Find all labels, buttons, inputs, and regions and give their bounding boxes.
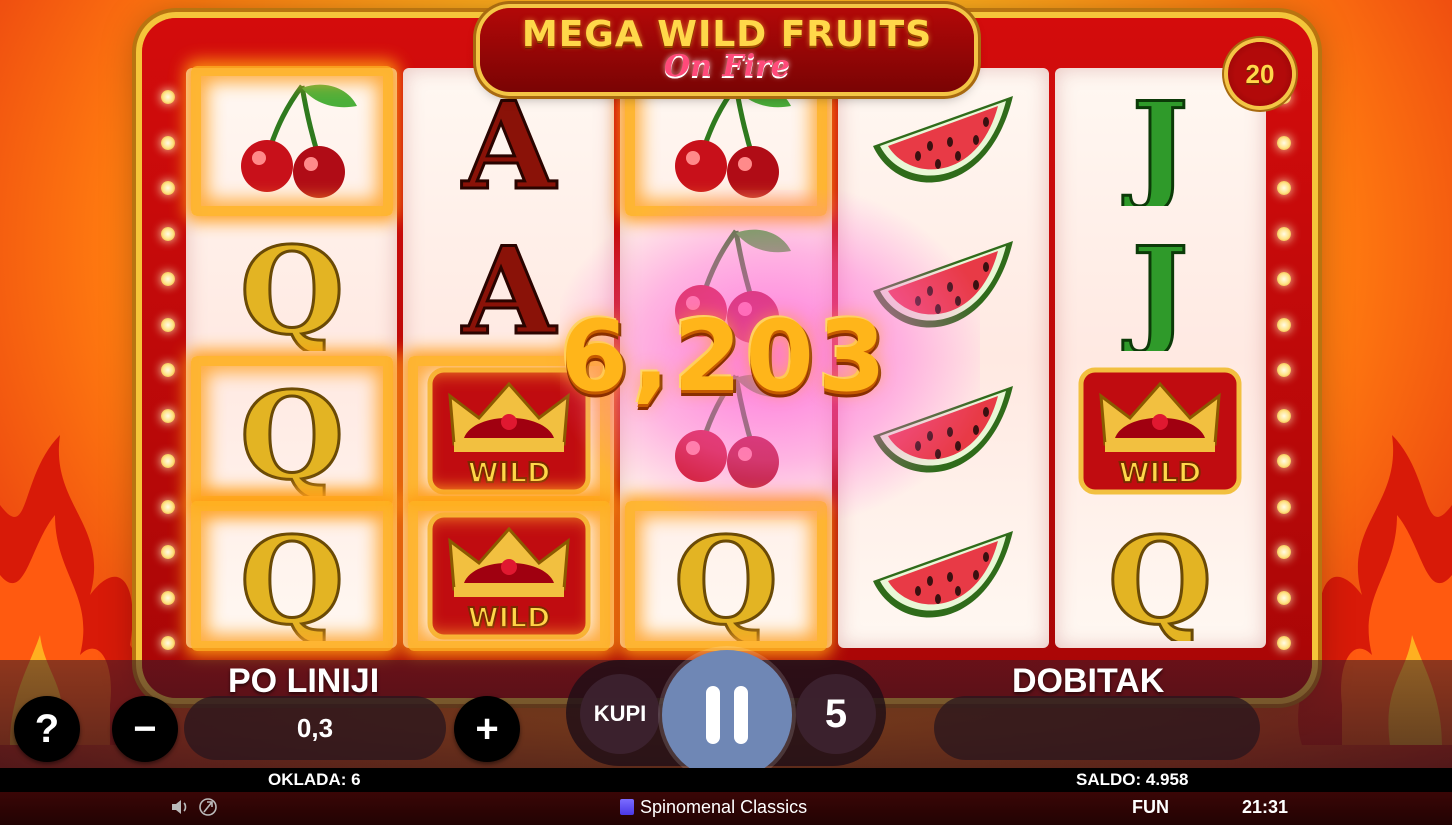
symbol-Q-icon: Q (1065, 507, 1255, 645)
paylines-badge: 20 (1228, 42, 1292, 106)
reel-5: J J WILD Q (1054, 68, 1267, 648)
svg-text:Q: Q (1108, 511, 1213, 641)
symbol-watermelon-icon (848, 507, 1038, 645)
svg-text:A: A (461, 76, 557, 206)
symbol-J-icon: J (1065, 72, 1255, 210)
play-mode: FUN (1132, 797, 1169, 817)
symbol-A-icon: A (414, 72, 604, 210)
speaker-icon[interactable] (170, 798, 190, 816)
game-logo: MEGA WILD FRUITS On Fire (480, 8, 974, 92)
symbol-Q-icon: Q (190, 500, 393, 651)
spin-pause-button[interactable] (662, 650, 792, 780)
svg-text:J: J (1123, 76, 1189, 206)
spinomenal-logo-icon (620, 799, 634, 815)
svg-text:Q: Q (674, 511, 779, 641)
symbol-J-icon: J (1065, 217, 1255, 355)
symbol-wild-crown-icon: WILD (1065, 362, 1255, 500)
status-icons (170, 798, 218, 816)
help-button[interactable]: ? (14, 696, 80, 762)
right-bulb-rail (1270, 90, 1298, 650)
clock: 21:31 (1242, 797, 1289, 817)
symbol-watermelon-icon (848, 72, 1038, 210)
symbol-Q-icon: Q (197, 217, 387, 355)
win-amount: 6,203 (560, 300, 890, 414)
pause-icon-bar-right (734, 686, 748, 744)
win-value (934, 696, 1260, 760)
status-bar: Spinomenal Classics FUN 21:31 (0, 792, 1452, 825)
left-bulb-rail (154, 90, 182, 650)
svg-text:WILD: WILD (468, 601, 550, 634)
provider-label: Spinomenal Classics (620, 797, 807, 818)
symbol-cherry-icon (190, 65, 393, 216)
balance-amount: SALDO: 4.958 (1076, 770, 1189, 789)
symbol-cherry-icon (625, 65, 827, 216)
autospin-count-button[interactable]: 5 (796, 674, 876, 754)
increase-bet-button[interactable]: + (454, 696, 520, 762)
svg-text:Q: Q (239, 511, 344, 641)
symbol-wild-crown-icon: WILD (407, 500, 610, 651)
symbol-Q-icon: Q (625, 500, 827, 651)
pause-icon-bar-left (706, 686, 720, 744)
bet-amount: OKLADA: 6 (268, 770, 361, 789)
svg-text:J: J (1123, 221, 1189, 351)
svg-text:Q: Q (239, 366, 344, 496)
symbol-Q-icon: Q (190, 355, 393, 506)
svg-text:WILD: WILD (1119, 456, 1201, 489)
game-stage: Q Q Q A A WILD WILD Q J J WILD Q 6,203 MEGA WILD FR… (0, 0, 1452, 825)
per-line-value: 0,3 (184, 696, 446, 760)
provider-name: Spinomenal Classics (640, 797, 808, 817)
reel-1: QQQ (186, 65, 398, 651)
turbo-icon[interactable] (198, 798, 218, 816)
info-bar: OKLADA: 6 SALDO: 4.958 (0, 768, 1452, 792)
decrease-bet-button[interactable]: − (112, 696, 178, 762)
svg-text:WILD: WILD (468, 456, 550, 489)
svg-text:Q: Q (239, 221, 344, 351)
buy-feature-button[interactable]: KUPI (580, 674, 660, 754)
